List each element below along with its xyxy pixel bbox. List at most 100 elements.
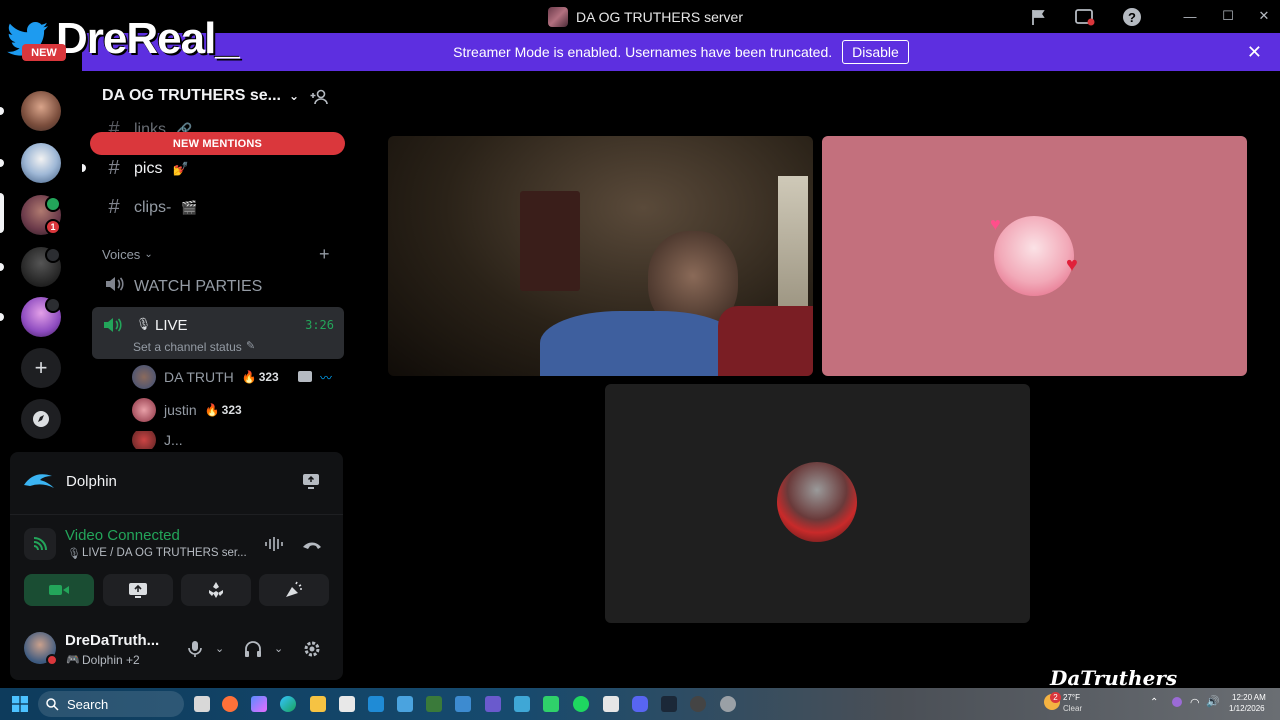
share-screen-icon[interactable] (302, 472, 320, 495)
spotify-icon[interactable] (573, 696, 589, 712)
invite-people-icon[interactable] (310, 87, 330, 107)
voice-channel-watch-parties[interactable]: WATCH PARTIES (104, 275, 262, 298)
discover-icon[interactable] (21, 399, 61, 439)
clock-time[interactable]: 12:20 AM (1232, 693, 1266, 702)
streamer-mode-banner: Streamer Mode is enabled. Usernames have… (82, 33, 1280, 71)
activities-button[interactable] (181, 574, 251, 606)
search-label: Search (67, 696, 109, 712)
voice-status[interactable]: Video Connected (65, 527, 180, 544)
flag-icon[interactable] (1028, 6, 1050, 28)
voice-channel-live[interactable]: 🎙 LIVE 3:26 Set a channel status ✎ (92, 307, 344, 359)
inbox-icon[interactable] (1074, 6, 1096, 28)
disable-button[interactable]: Disable (842, 40, 909, 64)
close-window-icon[interactable]: ✕ (1256, 8, 1272, 24)
headphones-icon[interactable] (244, 640, 262, 663)
streak-badge: 🔥 323 (205, 403, 242, 417)
weather-temp[interactable]: 27°F (1063, 693, 1080, 702)
screen-share-button[interactable] (103, 574, 173, 606)
clock-date[interactable]: 1/12/2026 (1229, 704, 1265, 713)
windows-start-icon[interactable] (12, 696, 28, 717)
avatar (132, 365, 156, 389)
disconnect-icon[interactable] (302, 538, 322, 556)
avatar (132, 398, 156, 422)
app-icon[interactable] (543, 696, 559, 712)
video-tile-avatar[interactable]: ♥ ♥ (822, 136, 1247, 376)
microphone-icon[interactable] (188, 640, 202, 663)
streamer-name: DreReal_ (56, 14, 240, 63)
settings-app-icon[interactable] (720, 696, 736, 712)
task-view-icon[interactable] (194, 696, 210, 712)
avatar (132, 431, 156, 449)
unread-pill (0, 159, 4, 167)
gear-icon[interactable] (302, 639, 322, 664)
noise-suppression-icon[interactable] (264, 536, 286, 557)
chevron-down-icon: ⌄ (144, 249, 153, 260)
banner-text: Streamer Mode is enabled. Usernames have… (453, 44, 833, 60)
voice-member[interactable]: justin 🔥 323 (132, 398, 242, 422)
soundboard-button[interactable] (259, 574, 329, 606)
chevron-up-icon[interactable]: ⌃ (1150, 697, 1158, 708)
app-icon[interactable] (690, 696, 706, 712)
unread-pill (0, 107, 4, 115)
volume-icon[interactable]: 🔊 (1206, 695, 1220, 708)
chevron-down-icon[interactable]: ⌄ (274, 642, 283, 655)
user-activity: Dolphin +2 (82, 653, 140, 667)
file-explorer-icon[interactable] (310, 696, 326, 712)
server-avatar[interactable] (21, 91, 61, 131)
category-voices[interactable]: Voices ⌄ (102, 247, 153, 262)
channel-status[interactable]: Set a channel status (133, 340, 242, 354)
firefox-icon[interactable] (222, 696, 238, 712)
add-channel-icon[interactable]: + (319, 244, 330, 265)
close-banner-icon[interactable]: ✕ (1247, 42, 1262, 63)
edge-icon[interactable] (280, 696, 296, 712)
server-avatar[interactable] (21, 143, 61, 183)
window-title-text: DA OG TRUTHERS server (576, 9, 743, 25)
discord-icon[interactable] (632, 696, 648, 712)
window-title: DA OG TRUTHERS server (548, 7, 743, 27)
server-name-header[interactable]: DA OG TRUTHERS se... ⌄ (102, 87, 299, 105)
share-screen-icon (129, 583, 147, 598)
steam-icon[interactable] (661, 696, 677, 712)
tray-app-icon[interactable] (1172, 697, 1182, 707)
dolphin-logo-icon (22, 470, 58, 492)
copilot-icon[interactable] (251, 696, 267, 712)
streak-count: 323 (258, 370, 279, 384)
app-icon[interactable] (455, 696, 471, 712)
channel-clips[interactable]: # clips- 🎬 (104, 196, 197, 219)
speaker-badge-icon (45, 297, 61, 313)
video-tile-audio[interactable] (605, 384, 1030, 623)
voice-member[interactable]: DA TRUTH 🔥 323 (132, 365, 279, 389)
app-icon[interactable] (397, 696, 413, 712)
outlook-icon[interactable] (368, 696, 384, 712)
add-server-icon[interactable]: + (21, 348, 61, 388)
fire-icon: 🔥 (204, 403, 220, 417)
unread-pill (0, 313, 4, 321)
channel-pics[interactable]: # pics 💅 (104, 157, 188, 180)
help-icon[interactable]: ? (1121, 6, 1143, 28)
wifi-icon[interactable]: ◠ (1190, 696, 1200, 709)
camera-toggle-button[interactable] (24, 574, 94, 606)
soundboard-icon (286, 581, 302, 597)
pencil-icon[interactable]: ✎ (246, 339, 255, 352)
server-name: DA OG TRUTHERS se... (102, 87, 281, 104)
channel-timer: 3:26 (305, 318, 334, 332)
voice-member[interactable]: J... (132, 431, 183, 449)
member-name: justin (164, 402, 197, 418)
speaker-icon (104, 275, 124, 298)
video-tile-webcam[interactable] (388, 136, 813, 376)
app-icon[interactable] (426, 696, 442, 712)
channel-name: pics (134, 159, 163, 177)
weather-badge: 2 (1050, 692, 1061, 703)
maximize-icon[interactable]: ☐ (1220, 8, 1236, 24)
app-icon[interactable] (514, 696, 530, 712)
server-icon (548, 7, 568, 27)
store-icon[interactable] (339, 696, 355, 712)
user-name[interactable]: DreDaTruth... (65, 632, 159, 649)
taskbar-search[interactable]: Search (38, 691, 184, 717)
new-mentions-button[interactable]: NEW MENTIONS (90, 132, 345, 155)
chevron-down-icon[interactable]: ⌄ (215, 642, 224, 655)
voice-location[interactable]: LIVE / DA OG TRUTHERS ser... (82, 547, 247, 559)
app-icon[interactable] (603, 696, 619, 712)
app-icon[interactable] (485, 696, 501, 712)
minimize-icon[interactable]: — (1182, 8, 1198, 24)
